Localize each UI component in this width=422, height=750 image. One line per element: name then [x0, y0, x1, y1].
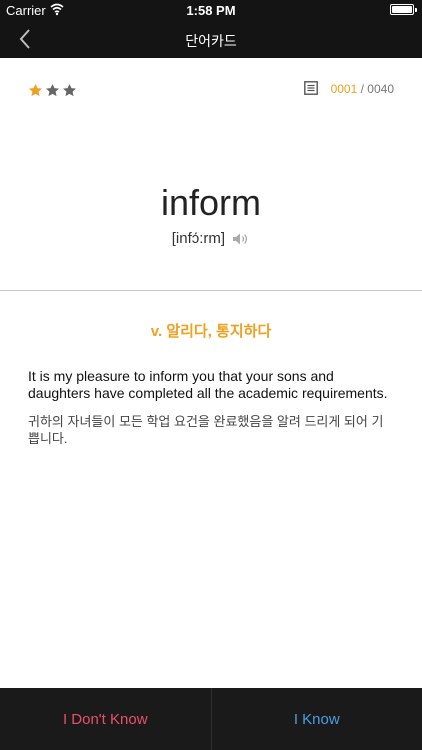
card-divider: [0, 290, 422, 291]
vocab-word: inform: [160, 182, 262, 223]
example-sentence-english: It is my pleasure to inform you that you…: [28, 368, 388, 401]
star-filled-icon[interactable]: [28, 83, 43, 98]
status-bar: Carrier 1:58 PM: [0, 0, 422, 20]
nav-title: 단어카드: [185, 33, 237, 49]
word-card-front: 0001 / 0040 inform [infɔ́:rm]: [0, 58, 422, 290]
battery-fill: [392, 6, 412, 13]
star-empty-icon[interactable]: [45, 83, 60, 98]
pronunciation-text: [infɔ́:rm]: [171, 230, 226, 247]
difficulty-rating[interactable]: [28, 83, 77, 98]
word-meaning: v. 알리다, 통지하다: [150, 323, 272, 340]
example-sentence-korean: 귀하의 자녀들이 모든 학업 요건을 완료했음을 알려 드리게 되어 기쁩니다.: [28, 414, 384, 446]
know-button[interactable]: I Know: [212, 688, 422, 750]
star-empty-icon[interactable]: [62, 83, 77, 98]
total-card-count: 0040: [367, 82, 394, 96]
current-card-number: 0001: [330, 82, 358, 96]
word-list-icon[interactable]: [304, 81, 318, 95]
speaker-icon[interactable]: [232, 232, 250, 246]
counter-separator: /: [357, 82, 368, 96]
card-counter: 0001 / 0040: [331, 82, 394, 96]
status-time: 1:58 PM: [186, 3, 236, 18]
battery-icon: [390, 4, 417, 15]
answer-bar: I Don't Know I Know: [0, 688, 422, 750]
dont-know-button[interactable]: I Don't Know: [0, 688, 212, 750]
pronunciation-row: [infɔ́:rm]: [0, 230, 422, 247]
navigation-bar: 단어카드: [0, 20, 422, 58]
